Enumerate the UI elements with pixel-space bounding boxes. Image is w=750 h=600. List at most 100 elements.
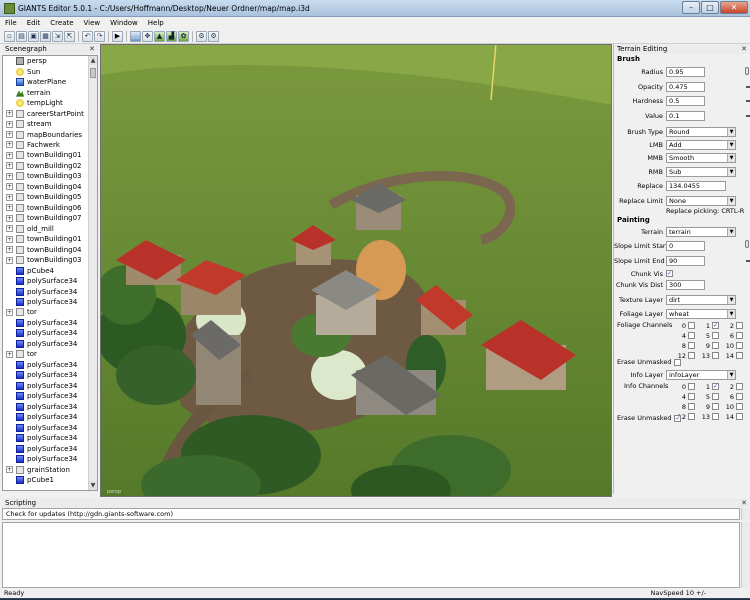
close-button[interactable]: ✕ (720, 1, 748, 14)
channel-checkbox[interactable] (736, 413, 743, 420)
menu-window[interactable]: Window (105, 19, 143, 27)
scenegraph-node[interactable]: polySurface34 (3, 360, 89, 370)
scenegraph-node[interactable]: + old_mill (3, 224, 89, 234)
grid-icon[interactable]: ⚙ (208, 30, 219, 42)
scenegraph-node[interactable]: pCube1 (3, 475, 89, 485)
opacity-input[interactable]: 0.475 (666, 81, 705, 92)
scenegraph-scrollbar[interactable]: ▲ ▼ (88, 56, 97, 490)
lmb-select[interactable]: Add ▼ (666, 139, 736, 150)
hardness-slider[interactable] (746, 100, 750, 102)
channel-checkbox[interactable] (712, 342, 719, 349)
scenegraph-node[interactable]: + townBuilding03 (3, 171, 89, 181)
channel-checkbox[interactable] (688, 352, 695, 359)
expand-icon[interactable]: + (6, 246, 13, 254)
scenegraph-node[interactable]: + townBuilding01 (3, 150, 89, 160)
channel-checkbox[interactable] (736, 342, 743, 349)
channel-checkbox[interactable] (688, 322, 695, 329)
erase-unmasked-info-checkbox[interactable]: ✓ (674, 414, 682, 422)
script-input-scrollbar[interactable] (741, 522, 750, 588)
play-icon[interactable]: ▶ (112, 30, 123, 42)
expand-icon[interactable]: + (6, 466, 13, 474)
menu-help[interactable]: Help (143, 19, 169, 27)
scroll-down-icon[interactable]: ▼ (89, 481, 97, 490)
expand-icon[interactable]: + (6, 308, 13, 316)
scenegraph-node[interactable]: + townBuilding04 (3, 182, 89, 192)
expand-icon[interactable]: + (6, 193, 13, 201)
channel-checkbox[interactable] (736, 403, 743, 410)
channel-checkbox[interactable] (688, 413, 695, 420)
mmb-select[interactable]: Smooth ▼ (666, 152, 736, 163)
scenegraph-node[interactable]: pCube4 (3, 265, 89, 275)
scenegraph-node[interactable]: + townBuilding01 (3, 234, 89, 244)
hardness-input[interactable]: 0.5 (666, 95, 705, 106)
expand-icon[interactable]: + (6, 172, 13, 180)
channel-checkbox[interactable] (736, 393, 743, 400)
scenegraph-node[interactable]: polySurface34 (3, 443, 89, 453)
scenegraph-node[interactable]: Sun (3, 66, 89, 76)
channel-checkbox[interactable] (688, 403, 695, 410)
radius-slider[interactable] (745, 67, 749, 75)
brush-type-select[interactable]: Round ▼ (666, 126, 736, 137)
scenegraph-node[interactable]: + townBuilding07 (3, 213, 89, 223)
scenegraph-node[interactable]: polySurface34 (3, 328, 89, 338)
channel-checkbox[interactable] (736, 383, 743, 390)
replace-input[interactable]: 134.0455 (666, 180, 726, 191)
scenegraph-node[interactable]: + Fachwerk (3, 140, 89, 150)
expand-icon[interactable]: + (6, 256, 13, 264)
expand-icon[interactable]: + (6, 162, 13, 170)
expand-icon[interactable]: + (6, 225, 13, 233)
info-layer-select[interactable]: infoLayer ▼ (666, 369, 736, 380)
scenegraph-node[interactable]: polySurface34 (3, 412, 89, 422)
expand-icon[interactable]: + (6, 204, 13, 212)
snap-icon[interactable]: ⚙ (196, 30, 207, 42)
scenegraph-node[interactable]: waterPlane (3, 77, 89, 87)
expand-icon[interactable]: + (6, 214, 13, 222)
menu-view[interactable]: View (79, 19, 106, 27)
scripting-close-icon[interactable]: ✕ (741, 499, 747, 507)
channel-checkbox[interactable] (736, 322, 743, 329)
channel-checkbox[interactable] (712, 352, 719, 359)
channel-checkbox[interactable] (688, 342, 695, 349)
channel-checkbox[interactable]: ✓ (712, 322, 719, 329)
channel-checkbox[interactable] (736, 332, 743, 339)
expand-icon[interactable]: + (6, 141, 13, 149)
scenegraph-node[interactable]: polySurface34 (3, 370, 89, 380)
move-tool-icon[interactable]: ✥ (142, 30, 153, 42)
scenegraph-node[interactable]: + tor (3, 349, 89, 359)
scenegraph-node[interactable]: polySurface34 (3, 422, 89, 432)
channel-checkbox[interactable] (688, 332, 695, 339)
channel-checkbox[interactable] (712, 403, 719, 410)
scenegraph-node[interactable]: polySurface34 (3, 391, 89, 401)
scenegraph-node[interactable]: + townBuilding02 (3, 161, 89, 171)
scenegraph-node[interactable]: + grainStation (3, 464, 89, 474)
scenegraph-node[interactable]: polySurface34 (3, 297, 89, 307)
3d-viewport[interactable]: persp (100, 44, 612, 497)
terrain-paint-icon[interactable]: ▟ (166, 30, 177, 42)
scenegraph-node[interactable]: + stream (3, 119, 89, 129)
foliage-paint-icon[interactable]: ✿ (178, 30, 189, 42)
scenegraph-close-icon[interactable]: ✕ (89, 45, 95, 53)
undo-icon[interactable]: ↶ (82, 30, 93, 42)
select-tool-icon[interactable]: ⬚ (130, 30, 141, 42)
scenegraph-node[interactable]: + mapBoundaries (3, 129, 89, 139)
value-slider[interactable] (746, 115, 750, 117)
opacity-slider[interactable] (746, 86, 750, 88)
scenegraph-node[interactable]: polySurface34 (3, 433, 89, 443)
menu-file[interactable]: File (0, 19, 22, 27)
terrain-sculpt-icon[interactable]: ▲ (154, 30, 165, 42)
import-icon[interactable]: ⇲ (52, 30, 63, 42)
foliage-layer-select[interactable]: wheat ▼ (666, 308, 736, 319)
scenegraph-node[interactable]: polySurface34 (3, 318, 89, 328)
save-icon[interactable]: ▣ (28, 30, 39, 42)
radius-input[interactable]: 0.95 (666, 66, 705, 77)
scenegraph-node[interactable]: polySurface34 (3, 276, 89, 286)
channel-checkbox[interactable] (712, 413, 719, 420)
terrain-editing-close-icon[interactable]: ✕ (741, 45, 747, 53)
scroll-up-icon[interactable]: ▲ (89, 56, 97, 65)
scenegraph-node[interactable]: polySurface34 (3, 286, 89, 296)
scenegraph-tree[interactable]: persp Sun waterPlane terrain tempLight + caree… (2, 55, 98, 491)
value-input[interactable]: 0.1 (666, 110, 705, 121)
expand-icon[interactable]: + (6, 350, 13, 358)
scenegraph-node[interactable]: + careerStartPoint (3, 108, 89, 118)
expand-icon[interactable]: + (6, 131, 13, 139)
